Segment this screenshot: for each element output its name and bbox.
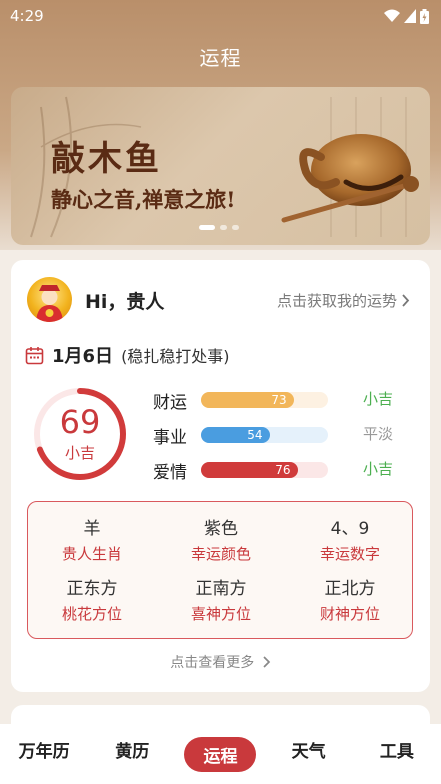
tab-label: 万年历 <box>18 741 70 762</box>
wifi-icon <box>384 9 400 22</box>
metric-track: 76 <box>201 462 328 478</box>
lucky-info-item: 紫色 幸运颜色 <box>157 514 285 564</box>
lucky-info-item: 正东方 桃花方位 <box>28 574 156 624</box>
status-bar: 4:29 <box>0 0 441 32</box>
see-more-label: 点击查看更多 <box>170 655 255 671</box>
lucky-info-key: 贵人生肖 <box>61 545 122 563</box>
tab-item[interactable]: 万年历 <box>0 737 88 772</box>
banner-title: 敲木鱼 <box>51 139 162 179</box>
lucky-info-box: 羊贵人生肖 紫色 幸运颜色 4、9 幸运数字 正东方 桃花方位 正南方 喜神方位 正北方 财神方位 <box>27 501 413 639</box>
lucky-info-item: 正北方 财神方位 <box>286 574 414 624</box>
see-more-link[interactable]: 点击查看更多 <box>11 652 430 672</box>
metric-level: 平淡 <box>363 425 394 443</box>
tab-item[interactable]: 黄历 <box>88 737 176 772</box>
carousel-indicator <box>199 225 239 230</box>
bottom-tab-bar: 万年历 黄历 运程 天气 工具 <box>0 724 441 784</box>
banner-carousel[interactable]: 敲木鱼 静心之音,禅意之旅! <box>11 87 430 245</box>
god-of-wealth-avatar-icon <box>36 285 63 322</box>
status-time: 4:29 <box>10 7 44 25</box>
banner-subtitle: 静心之音,禅意之旅! <box>51 187 236 212</box>
metric-level: 小吉 <box>363 390 394 408</box>
tab-label: 黄历 <box>115 741 150 762</box>
tab-item[interactable]: 天气 <box>265 737 353 772</box>
tab-item[interactable]: 运程 <box>176 736 264 772</box>
score-level: 小吉 <box>64 444 95 462</box>
tab-label: 天气 <box>291 741 326 762</box>
metric-track: 73 <box>201 392 328 408</box>
lucky-info-key: 财神方位 <box>319 605 380 623</box>
lucky-info-value: 4、9 <box>330 519 370 539</box>
date-text: 1月6日 <box>52 346 114 367</box>
lucky-info-value: 正北方 <box>324 579 376 599</box>
date-note: (稳扎稳打处事) <box>121 347 230 366</box>
lucky-info-item: 羊贵人生肖 <box>28 514 156 564</box>
metric-bar: 73 <box>201 392 294 408</box>
lucky-info-value: 羊 <box>83 519 101 539</box>
lucky-info-value: 正南方 <box>195 579 247 599</box>
metric-bar: 54 <box>201 427 270 443</box>
greeting-text: Hi，贵人 <box>85 291 165 313</box>
battery-icon <box>420 8 429 24</box>
get-fortune-link[interactable]: 点击获取我的运势 <box>277 290 410 311</box>
metric-label: 财运 <box>153 393 187 413</box>
tab-item[interactable]: 工具 <box>353 737 441 772</box>
get-fortune-label: 点击获取我的运势 <box>276 292 397 310</box>
fortune-card: Hi，贵人 点击获取我的运势 1月6日 (稳扎稳打处事) 69 小吉 财运 73 小… <box>11 260 430 692</box>
metric-row: 事业 54 平淡 <box>153 423 403 448</box>
metric-row: 财运 73 小吉 <box>153 388 403 413</box>
metric-label: 事业 <box>153 428 187 448</box>
lucky-info-key: 喜神方位 <box>190 605 251 623</box>
wooden-fish-icon <box>281 134 419 223</box>
lucky-info-key: 幸运数字 <box>319 545 380 563</box>
tab-label: 工具 <box>379 741 414 762</box>
date-row: 1月6日 (稳扎稳打处事) <box>25 342 230 368</box>
chevron-right-icon <box>263 656 270 668</box>
metric-label: 爱情 <box>153 463 187 483</box>
metric-row: 爱情 76 小吉 <box>153 458 403 483</box>
lucky-info-key: 桃花方位 <box>61 605 122 623</box>
lucky-info-key: 幸运颜色 <box>190 545 251 563</box>
carousel-dot[interactable] <box>232 225 239 230</box>
carousel-dot[interactable] <box>220 225 227 230</box>
signal-icon <box>404 9 416 23</box>
lucky-info-value: 正东方 <box>66 579 118 599</box>
lucky-info-value: 紫色 <box>204 519 238 539</box>
page-title: 运程 <box>199 46 242 70</box>
carousel-dot[interactable] <box>199 225 215 230</box>
lucky-info-item: 正南方 喜神方位 <box>157 574 285 624</box>
chevron-right-icon <box>402 294 410 307</box>
status-icons <box>384 8 429 24</box>
lucky-info-item: 4、9 幸运数字 <box>286 514 414 564</box>
calendar-icon <box>25 346 44 364</box>
metric-track: 54 <box>201 427 328 443</box>
metric-level: 小吉 <box>363 460 394 478</box>
score-value: 69 <box>59 403 101 441</box>
tab-label: 运程 <box>184 736 257 772</box>
metric-bar: 76 <box>201 462 298 478</box>
avatar[interactable] <box>27 277 72 322</box>
